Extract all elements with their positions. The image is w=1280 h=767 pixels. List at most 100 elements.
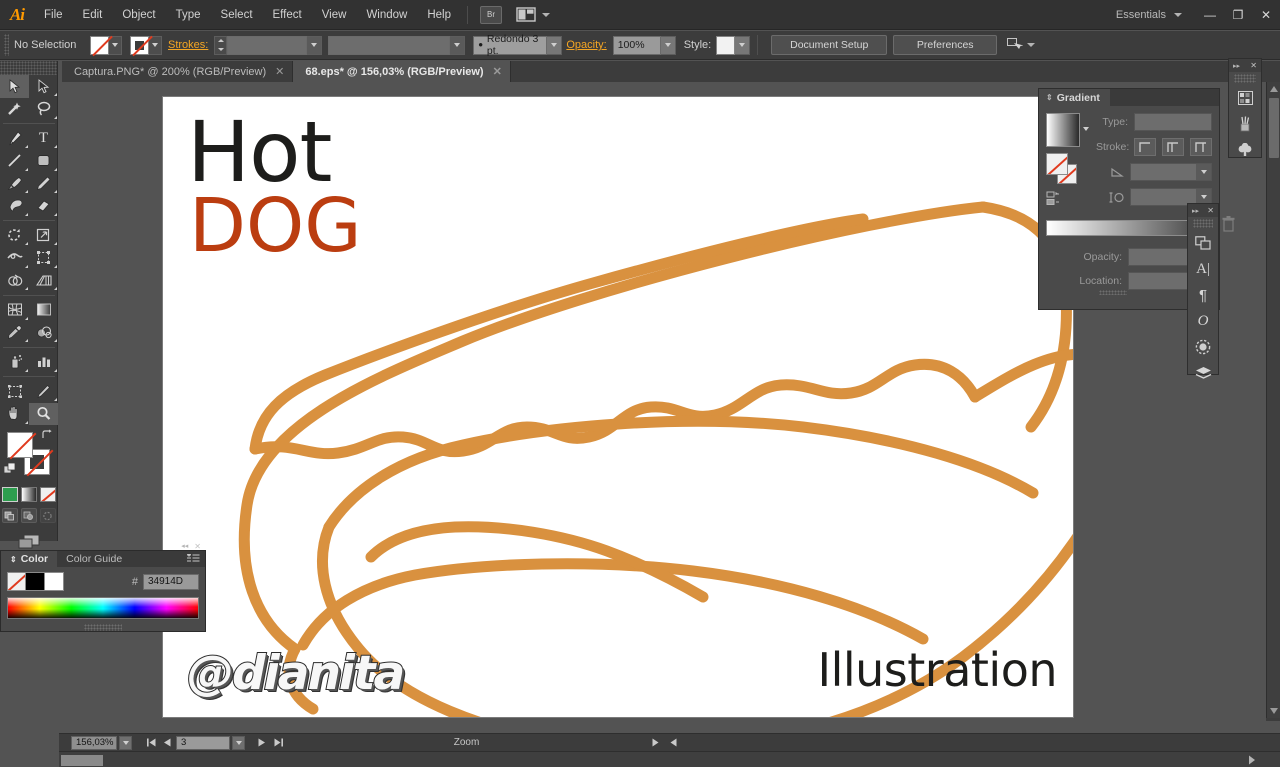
none-mode-button[interactable] — [39, 487, 56, 502]
fill-color-proxy[interactable] — [7, 432, 37, 460]
panel-expand-icon[interactable]: ▸▸ — [1233, 62, 1240, 70]
opacity-field[interactable]: 100% — [612, 35, 661, 55]
fill-color-control[interactable] — [90, 35, 122, 55]
workspace-chevron-down-icon[interactable] — [1174, 12, 1182, 17]
eraser-tool[interactable] — [29, 195, 58, 218]
close-icon[interactable]: ✕ — [275, 65, 284, 78]
stroke-weight-field[interactable] — [227, 35, 308, 55]
color-spectrum-bar[interactable] — [7, 597, 199, 619]
scale-tool[interactable] — [29, 224, 58, 247]
color-panel-collapse-icon[interactable]: ◂◂ — [181, 542, 188, 551]
layers-icon[interactable] — [1188, 230, 1218, 256]
menu-object[interactable]: Object — [112, 0, 165, 30]
opacity-label[interactable]: Opacity: — [566, 39, 606, 51]
last-artboard-icon[interactable] — [271, 736, 285, 750]
select-similar-icon[interactable] — [1007, 37, 1024, 54]
character-icon[interactable]: A| — [1188, 256, 1218, 282]
gradient-fill-stroke-proxy[interactable] — [1046, 153, 1084, 185]
blend-tool[interactable] — [29, 321, 58, 344]
gradient-tool[interactable] — [29, 299, 58, 322]
color-white-swatch[interactable] — [45, 572, 64, 591]
magic-wand-tool[interactable] — [0, 98, 29, 121]
gradient-preview-swatch[interactable] — [1046, 113, 1080, 147]
horizontal-scroll-thumb[interactable] — [61, 755, 103, 766]
pen-tool[interactable] — [0, 127, 29, 150]
scroll-up-icon[interactable] — [1267, 82, 1280, 96]
default-fill-stroke-icon[interactable] — [3, 462, 16, 475]
artboard-tool[interactable] — [0, 380, 29, 403]
transparency-icon[interactable] — [1188, 334, 1218, 360]
gradient-panel-tab[interactable]: ⇕ Gradient — [1039, 89, 1110, 106]
status-expand-left-icon[interactable] — [666, 736, 680, 750]
menu-view[interactable]: View — [312, 0, 357, 30]
mesh-tool[interactable] — [0, 299, 29, 322]
draw-normal-button[interactable] — [1, 508, 18, 523]
document-tab-68eps[interactable]: 68.eps* @ 156,03% (RGB/Preview) ✕ — [293, 61, 511, 82]
canvas-vertical-scrollbar[interactable] — [1266, 82, 1280, 718]
color-panel-close-icon[interactable]: ✕ — [194, 542, 201, 551]
arrange-chevron-down-icon[interactable] — [542, 12, 550, 17]
preferences-button[interactable]: Preferences — [893, 35, 998, 55]
window-close-button[interactable]: ✕ — [1252, 0, 1280, 29]
panel-expand-icon[interactable]: ▸▸ — [1192, 207, 1199, 215]
width-tool[interactable] — [0, 247, 29, 270]
menu-select[interactable]: Select — [211, 0, 263, 30]
control-bar-grip[interactable] — [4, 34, 9, 56]
eyedropper-tool[interactable] — [0, 321, 29, 344]
zoom-tool[interactable] — [29, 402, 58, 425]
opacity-dropdown[interactable] — [660, 35, 676, 55]
gradient-presets-chevron-icon[interactable] — [1083, 127, 1089, 131]
color-none-swatch[interactable] — [7, 572, 26, 591]
appearance-icon[interactable] — [1188, 360, 1218, 386]
symbol-sprayer-tool[interactable] — [0, 351, 29, 374]
color-mode-button[interactable] — [1, 487, 18, 502]
artboard-number-field[interactable]: 3 — [176, 735, 230, 750]
tools-panel-grip[interactable] — [0, 61, 57, 75]
tab-color-guide[interactable]: Color Guide — [57, 551, 131, 567]
artboard[interactable]: Hot DOG @dianita Illustration — [163, 97, 1073, 717]
mini-panel-grip-top[interactable] — [1234, 74, 1256, 83]
gradient-reverse-icon[interactable] — [1046, 191, 1090, 210]
color-black-swatch[interactable] — [26, 572, 45, 591]
next-artboard-icon[interactable] — [255, 736, 269, 750]
angle-dropdown-icon[interactable] — [1196, 164, 1211, 180]
workspace-switcher-label[interactable]: Essentials — [1112, 9, 1170, 21]
hex-value-input[interactable]: 34914D — [143, 573, 199, 590]
graphic-style-swatch[interactable] — [716, 35, 736, 55]
zoom-level-field[interactable]: 156,03% — [71, 735, 117, 750]
status-expand-right-icon[interactable] — [648, 736, 662, 750]
gradient-panel-resize-grip[interactable] — [1099, 290, 1127, 295]
close-icon[interactable]: ✕ — [1207, 206, 1214, 215]
swap-fill-stroke-icon[interactable] — [41, 429, 52, 440]
stroke-weight-label[interactable]: Strokes: — [168, 39, 208, 51]
scroll-down-icon[interactable] — [1267, 704, 1280, 718]
first-artboard-icon[interactable] — [144, 736, 158, 750]
stroke-within-button[interactable] — [1134, 138, 1156, 156]
draw-behind-button[interactable] — [20, 508, 37, 523]
brush-definition-dropdown[interactable] — [547, 35, 563, 55]
rectangle-tool[interactable] — [29, 150, 58, 173]
graphic-style-dropdown[interactable] — [735, 35, 751, 55]
panel-menu-icon[interactable] — [187, 553, 200, 565]
scroll-right-icon[interactable] — [1248, 755, 1256, 767]
swatches-icon[interactable] — [1229, 85, 1261, 111]
shape-builder-tool[interactable] — [0, 269, 29, 292]
document-setup-button[interactable]: Document Setup — [771, 35, 888, 55]
arrange-documents-icon[interactable] — [516, 7, 538, 23]
brush-definition-field[interactable]: • Redondo 3 pt. — [473, 33, 548, 57]
menu-help[interactable]: Help — [417, 0, 461, 30]
stroke-weight-dropdown[interactable] — [307, 35, 323, 55]
brushes-icon[interactable] — [1229, 111, 1261, 137]
draw-inside-button[interactable] — [39, 508, 56, 523]
pencil-tool[interactable] — [29, 172, 58, 195]
gradient-type-select[interactable] — [1134, 113, 1212, 131]
slice-tool[interactable] — [29, 380, 58, 403]
column-graph-tool[interactable] — [29, 351, 58, 374]
stroke-color-control[interactable] — [130, 35, 162, 55]
mini-panel-grip-lower[interactable] — [1193, 219, 1213, 228]
gradient-mode-button[interactable] — [20, 487, 37, 502]
stroke-swatch[interactable] — [130, 35, 149, 55]
direct-selection-tool[interactable] — [29, 75, 58, 98]
artboard-number-dropdown[interactable] — [232, 735, 245, 750]
canvas-horizontal-scrollbar[interactable] — [59, 751, 1280, 767]
